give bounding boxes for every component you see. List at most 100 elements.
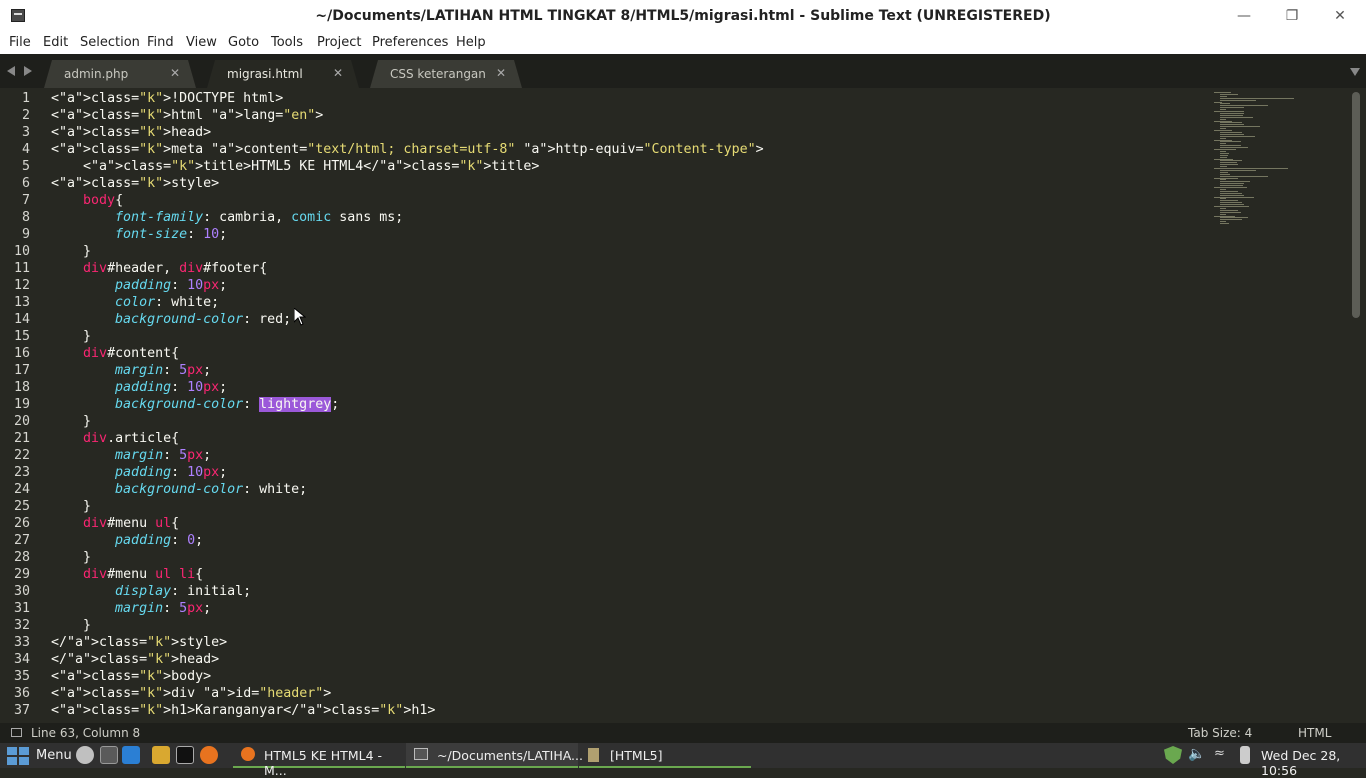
minimap-line — [1220, 118, 1226, 120]
restore-icon[interactable]: ❐ — [1282, 6, 1302, 26]
code-line[interactable]: background-color: lightgrey; — [51, 397, 339, 412]
code-editor[interactable]: 1 2 3 4 5 6 7 8 9 10 11 12 13 14 15 16 17 18 19 20 21 22 23 24 2… — [0, 88, 1210, 723]
menu-help[interactable]: Help — [456, 35, 486, 50]
wifi-icon[interactable]: ≈ — [1214, 746, 1232, 764]
desktop-icon[interactable] — [122, 746, 140, 764]
code-line[interactable]: } — [51, 244, 91, 259]
code-line[interactable]: <"a">class="k">h1>Karanganyar</"a">class… — [51, 703, 435, 718]
minimap-line — [1220, 221, 1226, 223]
menu-goto[interactable]: Goto — [228, 35, 259, 50]
terminal-icon[interactable] — [176, 746, 194, 764]
code-line[interactable]: <"a">class="k">head> — [51, 125, 211, 140]
line-number: 24 — [13, 482, 30, 497]
minimap-line — [1220, 185, 1244, 187]
code-line[interactable]: <"a">class="k">style> — [51, 176, 219, 191]
minimap-line — [1220, 112, 1245, 114]
code-line[interactable]: margin: 5px; — [51, 363, 211, 378]
code-line[interactable]: padding: 0; — [51, 533, 203, 548]
code-line[interactable]: body{ — [51, 193, 123, 208]
code-line[interactable]: div#menu ul{ — [51, 516, 179, 531]
syntax-indicator[interactable]: HTML — [1298, 726, 1331, 740]
code-line[interactable]: padding: 10px; — [51, 465, 227, 480]
code-line[interactable]: padding: 10px; — [51, 278, 227, 293]
code-line[interactable]: display: initial; — [51, 584, 251, 599]
line-number: 36 — [13, 686, 30, 701]
code-line[interactable]: margin: 5px; — [51, 448, 211, 463]
line-number: 7 — [21, 193, 30, 208]
tab-close-icon[interactable]: ✕ — [170, 66, 180, 80]
code-line[interactable]: color: white; — [51, 295, 219, 310]
code-line[interactable]: <"a">class="k">html "a">lang="en"> — [51, 108, 323, 123]
task-folder[interactable]: [HTML5] — [579, 743, 751, 768]
tab-bar: admin.php ✕ migrasi.html ✕ CSS keteranga… — [0, 54, 1366, 88]
menu-find[interactable]: Find — [147, 35, 174, 50]
code-line[interactable]: background-color: red; — [51, 312, 291, 327]
code-line[interactable]: <"a">class="k">meta "a">content="text/ht… — [51, 142, 764, 157]
minimap-line — [1214, 187, 1247, 188]
code-line[interactable]: background-color: white; — [51, 482, 307, 497]
minimap-line — [1214, 158, 1233, 160]
code-line[interactable]: } — [51, 618, 91, 633]
tab-css-keterangan[interactable]: CSS keterangan ✕ — [370, 60, 522, 88]
shield-icon[interactable] — [1164, 746, 1182, 764]
code-line[interactable]: div#menu ul li{ — [51, 567, 203, 582]
volume-icon[interactable]: 🔈 — [1188, 746, 1206, 764]
tab-admin-php[interactable]: admin.php ✕ — [44, 60, 196, 88]
clock[interactable]: Wed Dec 28, 10:56 — [1261, 748, 1366, 778]
minimap-line — [1220, 150, 1226, 152]
tab-prev-arrow-icon[interactable] — [7, 66, 15, 76]
tab-list-dropdown-icon[interactable] — [1350, 68, 1360, 76]
code-line[interactable]: <"a">class="k">div "a">id="header"> — [51, 686, 331, 701]
menu-view[interactable]: View — [186, 35, 217, 50]
tab-size-indicator[interactable]: Tab Size: 4 — [1188, 726, 1252, 740]
code-line[interactable]: } — [51, 499, 91, 514]
minimap-line — [1220, 128, 1226, 130]
menu-preferences[interactable]: Preferences — [372, 35, 448, 50]
minimize-icon[interactable]: — — [1234, 6, 1254, 26]
code-line[interactable]: </"a">class="k">style> — [51, 635, 227, 650]
code-line[interactable]: <"a">class="k">title>HTML5 KE HTML4</"a"… — [51, 159, 539, 174]
menu-tools[interactable]: Tools — [271, 35, 303, 50]
code-line[interactable]: div.article{ — [51, 431, 179, 446]
minimap-line — [1220, 204, 1245, 206]
firefox-icon[interactable] — [200, 746, 218, 764]
line-number: 1 — [21, 91, 30, 106]
menu-file[interactable]: File — [9, 35, 31, 50]
code-line[interactable]: margin: 5px; — [51, 601, 211, 616]
file-manager-icon[interactable] — [152, 746, 170, 764]
code-line[interactable]: padding: 10px; — [51, 380, 227, 395]
panel-toggle-icon[interactable] — [11, 728, 22, 737]
minimap-line — [1220, 126, 1260, 128]
menu-project[interactable]: Project — [317, 35, 361, 50]
minimap-line — [1220, 188, 1226, 190]
minimap-line — [1214, 130, 1232, 131]
code-line[interactable]: <"a">class="k">!DOCTYPE html> — [51, 91, 283, 106]
sublime-launcher-icon[interactable] — [100, 746, 118, 764]
code-line[interactable]: </"a">class="k">head> — [51, 652, 219, 667]
vertical-scrollbar[interactable] — [1352, 92, 1360, 318]
code-line[interactable]: <"a">class="k">body> — [51, 669, 211, 684]
tab-migrasi-html[interactable]: migrasi.html ✕ — [207, 60, 359, 88]
code-line[interactable]: div#content{ — [51, 346, 179, 361]
line-number: 34 — [13, 652, 30, 667]
code-line[interactable]: font-family: cambria, comic sans ms; — [51, 210, 403, 225]
menu-edit[interactable]: Edit — [43, 35, 68, 50]
code-line[interactable]: div#header, div#footer{ — [51, 261, 267, 276]
task-sublime[interactable]: ~/Documents/LATIHA... — [406, 743, 583, 768]
task-firefox[interactable]: HTML5 KE HTML4 - M... — [233, 743, 405, 778]
close-icon[interactable]: ✕ — [1330, 6, 1350, 26]
tab-next-arrow-icon[interactable] — [24, 66, 32, 76]
menu-selection[interactable]: Selection — [80, 35, 140, 50]
start-menu-label[interactable]: Menu — [36, 748, 72, 763]
tab-close-icon[interactable]: ✕ — [496, 66, 506, 80]
tab-close-icon[interactable]: ✕ — [333, 66, 343, 80]
code-line[interactable]: } — [51, 550, 91, 565]
minimap-line — [1220, 202, 1242, 204]
battery-icon[interactable] — [1240, 746, 1250, 764]
code-line[interactable]: } — [51, 414, 91, 429]
code-line[interactable]: } — [51, 329, 91, 344]
code-line[interactable]: font-size: 10; — [51, 227, 227, 242]
minimap[interactable] — [1210, 88, 1350, 723]
start-menu-icon[interactable] — [6, 746, 30, 765]
system-settings-icon[interactable] — [76, 746, 94, 764]
